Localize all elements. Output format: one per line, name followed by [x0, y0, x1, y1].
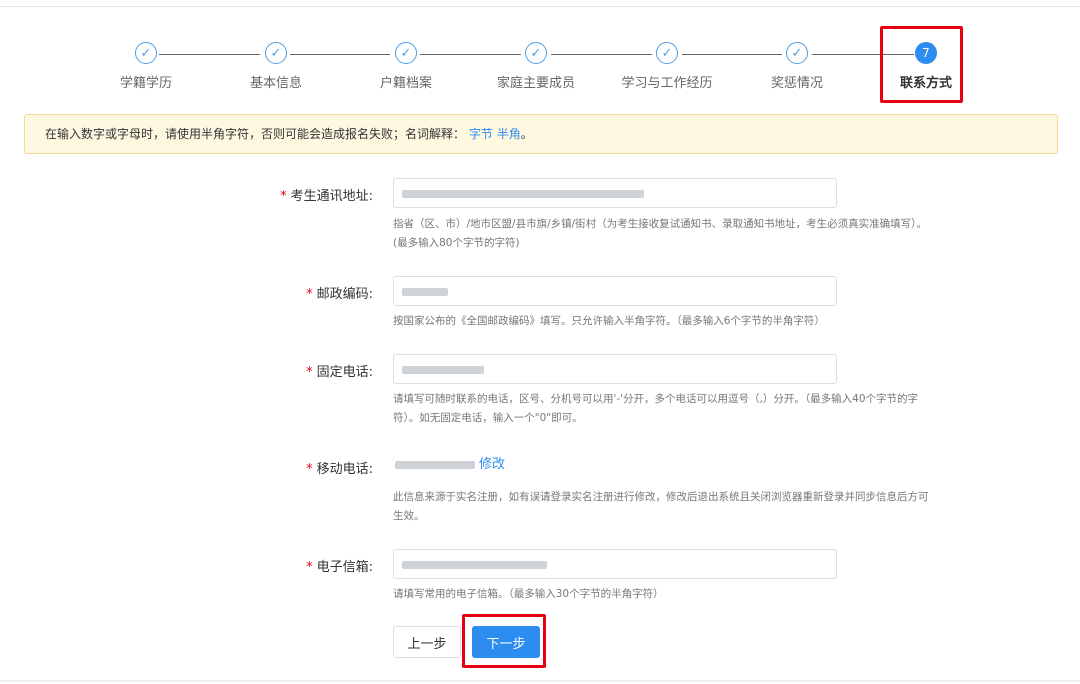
step-jiben-xinxi[interactable]: ✓ 基本信息 [216, 42, 336, 91]
phone-input[interactable] [393, 354, 837, 384]
link-halfwidth[interactable]: 半角 [497, 127, 521, 141]
progress-steps: ✓ 学籍学历 ✓ 基本信息 ✓ 户籍档案 ✓ 家庭主要成员 ✓ 学习与工作经历 … [0, 0, 1080, 110]
halfwidth-notice: 在输入数字或字母时，请使用半角字符，否则可能会造成报名失败；名词解释： 字节 半… [24, 114, 1058, 154]
check-icon: ✓ [525, 42, 547, 64]
redacted-value [402, 189, 644, 198]
step-xuexi-gongzuo[interactable]: ✓ 学习与工作经历 [607, 42, 727, 91]
step-label: 学籍学历 [119, 76, 172, 91]
step-label: 联系方式 [899, 76, 952, 91]
phone-hint-line1: 请填写可随时联系的电话，区号、分机号可以用'-'分开，多个电话可以用逗号（,）分… [393, 393, 919, 405]
phone-label: * 固定电话: [183, 361, 373, 380]
required-mark: * [306, 560, 313, 575]
step-label: 家庭主要成员 [496, 76, 575, 91]
redacted-value [402, 287, 448, 296]
mobile-hint-line2: 生效。 [393, 510, 425, 522]
email-input[interactable] [393, 549, 837, 579]
step-number-badge: 7 [915, 42, 937, 64]
address-hint-line1: 指省（区、市）/地市区盟/县市旗/乡镇/街村（为考生接收复试通知书、录取通知书地… [393, 218, 927, 230]
postcode-label-text: 邮政编码: [316, 287, 373, 302]
address-label-text: 考生通讯地址: [290, 189, 373, 204]
step-jiangcheng[interactable]: ✓ 奖惩情况 [737, 42, 857, 91]
required-mark: * [306, 462, 313, 477]
next-step-button[interactable]: 下一步 [472, 626, 540, 658]
check-icon: ✓ [265, 42, 287, 64]
phone-hint: 请填写可随时联系的电话，区号、分机号可以用'-'分开，多个电话可以用逗号（,）分… [393, 390, 963, 428]
postcode-input[interactable] [393, 276, 837, 306]
redacted-value [402, 365, 484, 374]
mobile-edit-link[interactable]: 修改 [479, 457, 505, 472]
address-hint: 指省（区、市）/地市区盟/县市旗/乡镇/街村（为考生接收复试通知书、录取通知书地… [393, 215, 963, 253]
step-lianxi-fangshi[interactable]: 7 联系方式 [866, 42, 986, 91]
email-label-text: 电子信箱: [316, 560, 373, 575]
step-label: 奖惩情况 [770, 76, 823, 91]
check-icon: ✓ [656, 42, 678, 64]
mobile-value: 修改 [395, 458, 505, 472]
redacted-value [402, 560, 547, 569]
step-label: 学习与工作经历 [621, 76, 713, 91]
email-label: * 电子信箱: [183, 556, 373, 575]
required-mark: * [306, 365, 313, 380]
redacted-value [395, 460, 475, 469]
notice-end: 。 [520, 127, 533, 141]
step-xueji-xueli[interactable]: ✓ 学籍学历 [86, 42, 206, 91]
mobile-hint-line1: 此信息来源于实名注册，如有误请登录实名注册进行修改，修改后退出系统且关闭浏览器重… [393, 491, 929, 503]
step-label: 户籍档案 [379, 76, 432, 91]
mobile-label: * 移动电话: [183, 458, 373, 477]
address-label: * 考生通讯地址: [183, 185, 373, 204]
postcode-label: * 邮政编码: [183, 283, 373, 302]
check-icon: ✓ [786, 42, 808, 64]
mobile-label-text: 移动电话: [316, 462, 373, 477]
prev-step-button[interactable]: 上一步 [393, 626, 461, 658]
link-byte[interactable]: 字节 [469, 127, 493, 141]
check-icon: ✓ [135, 42, 157, 64]
address-hint-line2: (最多输入80个字节的字符) [393, 237, 520, 249]
required-mark: * [306, 287, 313, 302]
step-huji-dangan[interactable]: ✓ 户籍档案 [346, 42, 466, 91]
step-jiating-chengyuan[interactable]: ✓ 家庭主要成员 [476, 42, 596, 91]
check-icon: ✓ [395, 42, 417, 64]
phone-label-text: 固定电话: [316, 365, 373, 380]
postcode-hint: 按国家公布的《全国邮政编码》填写。只允许输入半角字符。（最多输入6个字节的半角字… [393, 315, 825, 327]
bottom-divider [0, 680, 1080, 682]
required-mark: * [280, 189, 287, 204]
phone-hint-line2: 符）。如无固定电话，输入一个"0"即可。 [393, 412, 583, 424]
notice-text: 在输入数字或字母时，请使用半角字符，否则可能会造成报名失败；名词解释： [45, 127, 466, 141]
step-label: 基本信息 [249, 76, 302, 91]
mobile-hint: 此信息来源于实名注册，如有误请登录实名注册进行修改，修改后退出系统且关闭浏览器重… [393, 488, 963, 526]
address-input[interactable] [393, 178, 837, 208]
email-hint: 请填写常用的电子信箱。（最多输入30个字节的半角字符） [393, 588, 664, 600]
